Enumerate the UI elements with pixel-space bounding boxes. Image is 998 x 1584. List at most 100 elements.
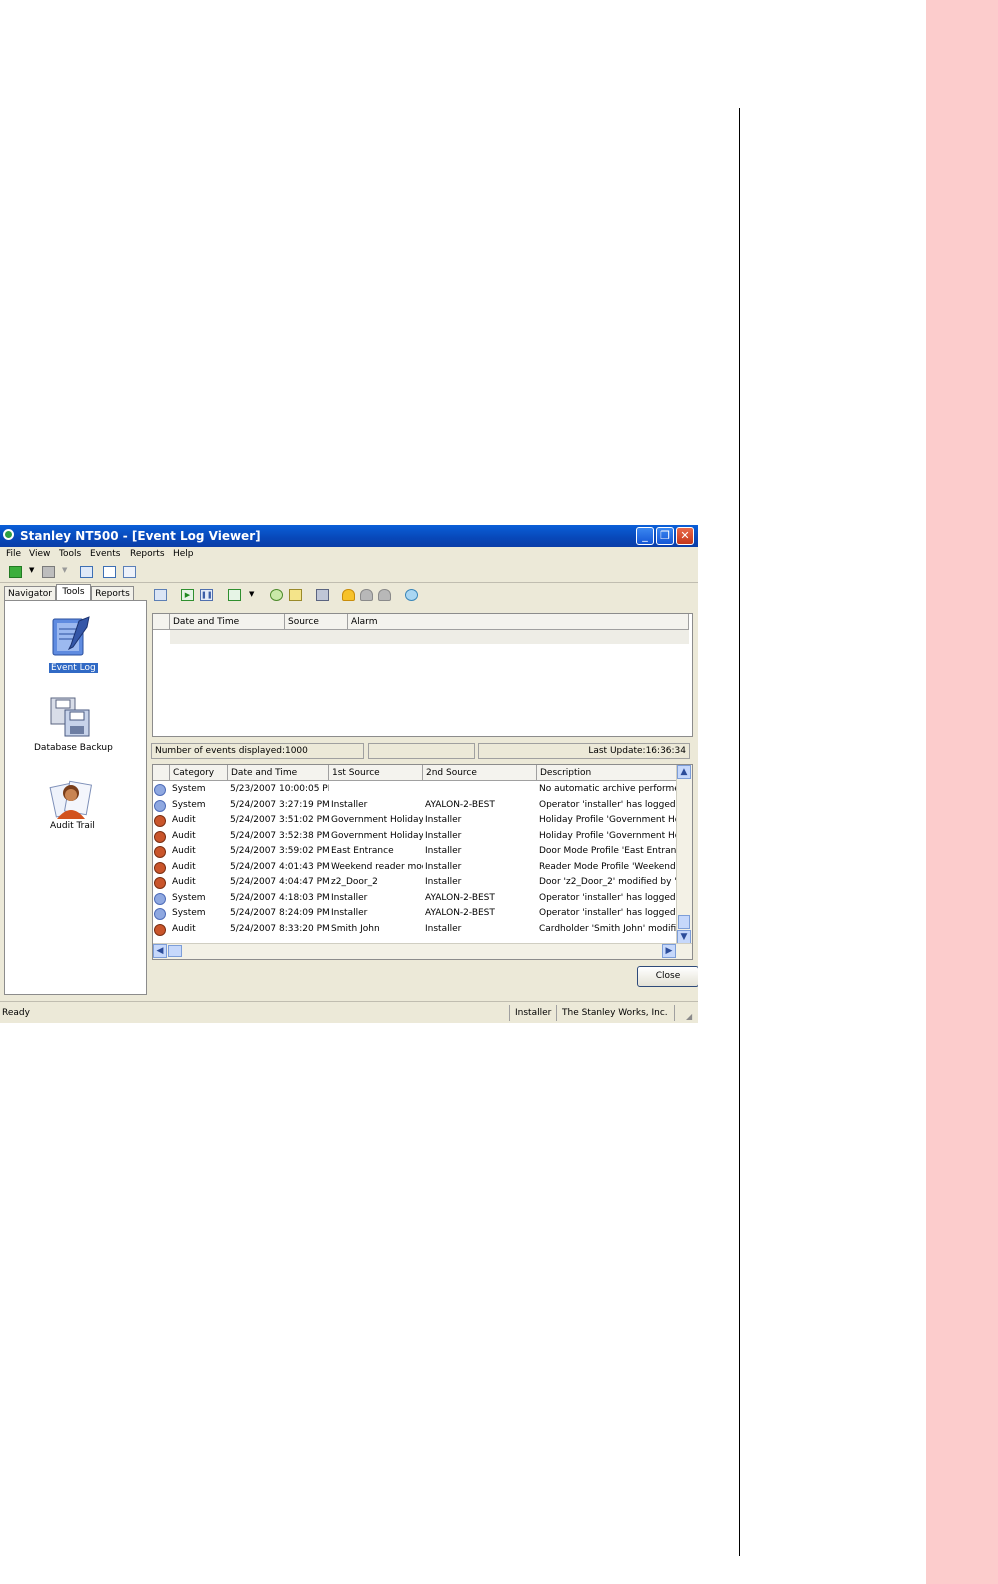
database-backup-icon [50, 697, 90, 737]
menu-file[interactable]: File [6, 549, 21, 559]
audit-event-icon [154, 877, 166, 889]
back-icon[interactable] [9, 566, 22, 578]
acknowledge-icon[interactable] [289, 589, 302, 601]
event-cell-desc: Holiday Profile 'Government Holid [539, 830, 676, 841]
event-cell-src1: Government Holidays [331, 815, 423, 825]
window-icon[interactable] [123, 566, 136, 578]
event-cell-datetime: 5/24/2007 3:59:02 PM [230, 846, 329, 856]
event-cell-src2: Installer [425, 830, 462, 841]
event-col-datetime[interactable]: Date and Time [228, 765, 329, 781]
event-col-source1[interactable]: 1st Source [329, 765, 423, 781]
scroll-down-icon[interactable]: ▼ [677, 930, 691, 944]
pause-icon[interactable]: ❚❚ [200, 589, 213, 601]
alarm-grid-corner [153, 614, 170, 630]
event-cell-category: System [172, 799, 206, 810]
page-divider-line [739, 108, 740, 1556]
event-cell-src1: z2_Door_2 [331, 877, 378, 887]
back-dropdown-icon[interactable]: ▼ [29, 566, 34, 574]
table-row[interactable]: System 5/24/2007 3:27:19 PM Installer AYALO… [153, 798, 677, 813]
event-cell-desc: Operator 'installer' has logged int [539, 908, 676, 918]
minimize-button[interactable]: _ [636, 527, 654, 545]
horizontal-scrollbar[interactable]: ◀ ▶ [153, 943, 692, 959]
bell-icon[interactable] [342, 589, 355, 601]
table-row[interactable]: Audit 5/24/2007 3:59:02 PM East Entrance In… [153, 844, 677, 859]
menu-help[interactable]: Help [173, 549, 194, 559]
event-log-label[interactable]: Event Log [49, 663, 98, 673]
viewer-toolbar: ▶ ❚❚ ▼ [152, 586, 698, 606]
event-col-source2[interactable]: 2nd Source [423, 765, 537, 781]
table-row[interactable]: Audit 5/24/2007 8:33:20 PM Smith John Insta… [153, 922, 677, 937]
events-count: Number of events displayed:1000 [151, 743, 364, 759]
audit-trail-tool[interactable]: Audit Trail [5, 771, 146, 851]
event-col-category[interactable]: Category [170, 765, 228, 781]
menu-reports[interactable]: Reports [130, 549, 165, 559]
status-bar: Ready Installer The Stanley Works, Inc. … [0, 1001, 698, 1023]
table-row[interactable]: System 5/24/2007 8:24:09 PM Installer AYALO… [153, 906, 677, 921]
print-icon[interactable] [316, 589, 329, 601]
edit-icon[interactable] [103, 566, 116, 578]
menu-tools[interactable]: Tools [59, 549, 81, 559]
alarm-grid[interactable]: Date and Time Source Alarm [152, 613, 693, 737]
locate-icon[interactable] [270, 589, 283, 601]
close-button[interactable]: Close [637, 966, 698, 987]
event-cell-src1: Installer [331, 892, 368, 903]
close-window-button[interactable]: ✕ [676, 527, 694, 545]
resize-grip-icon[interactable]: ◢ [686, 1012, 692, 1021]
alarm-col-source[interactable]: Source [285, 614, 348, 630]
alarm-col-alarm[interactable]: Alarm [348, 614, 689, 630]
event-col-description[interactable]: Description [537, 765, 677, 781]
view-details-icon[interactable] [154, 589, 167, 601]
event-cell-desc: Operator 'installer' has logged ou [539, 892, 676, 903]
bell-disabled-icon [360, 589, 373, 601]
vertical-scroll-thumb[interactable] [678, 915, 690, 929]
event-cell-desc: Door Mode Profile 'East Entrance' [539, 846, 676, 856]
database-backup-label[interactable]: Database Backup [34, 743, 113, 753]
event-cell-src1: Government Holidays [331, 830, 423, 841]
audit-trail-label[interactable]: Audit Trail [50, 821, 95, 831]
table-row[interactable]: Audit 5/24/2007 3:51:02 PM Government Holi… [153, 813, 677, 828]
menu-view[interactable]: View [29, 549, 50, 559]
table-row[interactable]: System 5/23/2007 10:00:05 PM No automatic … [153, 782, 677, 797]
event-grid[interactable]: Category Date and Time 1st Source 2nd So… [152, 764, 693, 960]
event-cell-src2: AYALON-2-BEST [425, 908, 495, 918]
play-icon[interactable]: ▶ [181, 589, 194, 601]
tab-navigator[interactable]: Navigator [4, 586, 56, 600]
title-bar[interactable]: Stanley NT500 - [Event Log Viewer] _ ❐ ✕ [0, 525, 698, 547]
layout-icon[interactable] [80, 566, 93, 578]
event-cell-category: System [172, 908, 206, 918]
forward-icon[interactable] [42, 566, 55, 578]
forward-dropdown-icon[interactable]: ▼ [62, 566, 67, 574]
bell-mute-icon [378, 589, 391, 601]
tab-tools[interactable]: Tools [56, 584, 91, 600]
window-title: Stanley NT500 - [Event Log Viewer] [20, 529, 261, 543]
event-cell-desc: Operator 'installer' has logged int [539, 799, 676, 810]
event-cell-src1: Installer [331, 908, 368, 918]
restore-button[interactable]: ❐ [656, 527, 674, 545]
filter-dropdown-icon[interactable]: ▼ [249, 590, 254, 598]
audit-trail-icon [49, 780, 93, 819]
menu-events[interactable]: Events [90, 549, 120, 559]
tab-reports[interactable]: Reports [91, 586, 134, 600]
event-cell-category: Audit [172, 877, 196, 887]
event-log-tool[interactable]: Event Log [5, 601, 146, 683]
horizontal-scroll-thumb[interactable] [168, 945, 182, 957]
event-cell-src1: Smith John [331, 923, 380, 934]
event-cell-category: System [172, 784, 206, 794]
table-row[interactable]: System 5/24/2007 4:18:03 PM Installer AYALO… [153, 891, 677, 906]
app-icon [3, 529, 14, 540]
event-cell-src1: Installer [331, 799, 368, 810]
scroll-left-icon[interactable]: ◀ [153, 944, 167, 958]
database-backup-tool[interactable]: Database Backup [5, 696, 146, 766]
scroll-up-icon[interactable]: ▲ [677, 765, 691, 779]
vertical-scrollbar[interactable]: ▲ ▼ [676, 765, 692, 944]
alarm-col-datetime[interactable]: Date and Time [170, 614, 285, 630]
status-empty-panel [368, 743, 475, 759]
filter-icon[interactable] [228, 589, 241, 601]
table-row[interactable]: Audit 5/24/2007 4:01:43 PM Weekend reader … [153, 860, 677, 875]
table-row[interactable]: Audit 5/24/2007 4:04:47 PM z2_Door_2 Instal… [153, 875, 677, 890]
system-event-icon [154, 908, 166, 920]
refresh-icon[interactable] [405, 589, 418, 601]
audit-event-icon [154, 815, 166, 827]
table-row[interactable]: Audit 5/24/2007 3:52:38 PM Government Holi… [153, 829, 677, 844]
scroll-right-icon[interactable]: ▶ [662, 944, 676, 958]
